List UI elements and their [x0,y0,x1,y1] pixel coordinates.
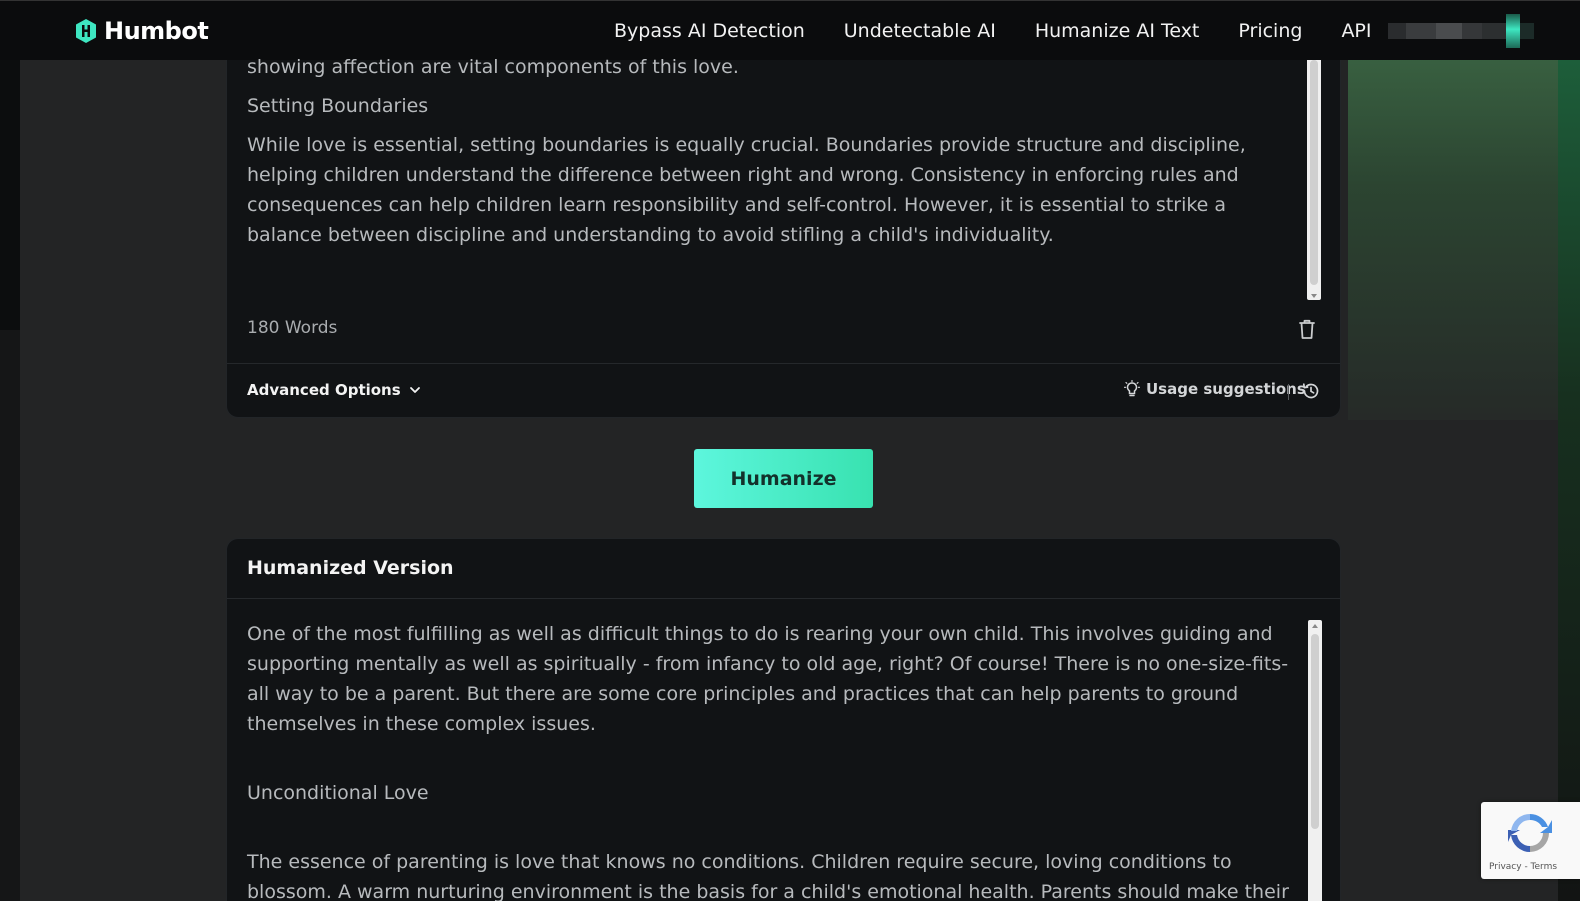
input-heading: Setting Boundaries [247,95,429,117]
input-divider [227,363,1340,364]
input-scrollbar-thumb[interactable] [1310,60,1318,285]
brand-name: Humbot [104,17,209,45]
usage-suggestions-label: Usage suggestions [1146,380,1306,398]
history-icon[interactable] [1301,381,1321,401]
humanize-button[interactable]: Humanize [694,449,873,508]
nav-link-bypass-ai-detection[interactable]: Bypass AI Detection [614,20,805,42]
redacted-block [1406,23,1436,39]
redacted-block [1506,14,1520,48]
output-scrollbar[interactable] [1308,620,1322,901]
redacted-block [1520,23,1534,39]
brand-logo[interactable]: Humbot [74,17,209,45]
background-right-glow [1348,60,1558,420]
nav-link-pricing[interactable]: Pricing [1238,20,1302,42]
output-card: Humanized Version One of the most fulfil… [226,538,1341,901]
input-paragraph: While love is essential, setting boundar… [247,134,1246,246]
background-right-strip [1558,60,1580,901]
advanced-options-toggle[interactable]: Advanced Options [247,381,421,399]
usage-suggestions-link[interactable]: Usage suggestions [1124,380,1306,398]
top-navbar: Humbot Bypass AI Detection Undetectable … [0,0,1580,60]
redacted-block [1388,23,1406,39]
redacted-block [1462,23,1482,39]
account-area-redacted[interactable] [1388,9,1548,53]
word-count: 180 Words [247,318,338,338]
separator [1288,384,1289,400]
nav-link-undetectable-ai[interactable]: Undetectable AI [844,20,996,42]
scroll-up-arrow-icon[interactable] [1312,624,1318,628]
nav-link-humanize-ai-text[interactable]: Humanize AI Text [1035,20,1200,42]
output-scrollbar-thumb[interactable] [1311,634,1319,829]
output-heading: Unconditional Love [247,782,429,804]
advanced-options-label: Advanced Options [247,381,401,399]
recaptcha-badge[interactable]: Privacy - Terms [1481,802,1580,879]
input-card: showing affection are vital components o… [226,56,1341,418]
recaptcha-icon [1508,813,1552,853]
chevron-down-icon [409,387,420,393]
output-paragraph: One of the most fulfilling as well as di… [247,623,1289,735]
input-partial-line: showing affection are vital components o… [247,56,739,78]
lightbulb-icon [1124,380,1140,397]
nav-link-api[interactable]: API [1341,20,1371,42]
output-header: Humanized Version [227,539,1340,599]
redacted-block [1482,23,1506,39]
redacted-block [1436,23,1462,39]
recaptcha-links[interactable]: Privacy - Terms [1489,862,1557,872]
input-scrollbar[interactable] [1307,60,1321,300]
output-title: Humanized Version [247,557,454,579]
scroll-down-arrow-icon[interactable] [1311,294,1317,298]
background-left-dark [0,60,20,330]
output-paragraph: The essence of parenting is love that kn… [247,851,1289,901]
humbot-logo-icon [76,19,96,43]
trash-icon[interactable] [1297,318,1317,340]
